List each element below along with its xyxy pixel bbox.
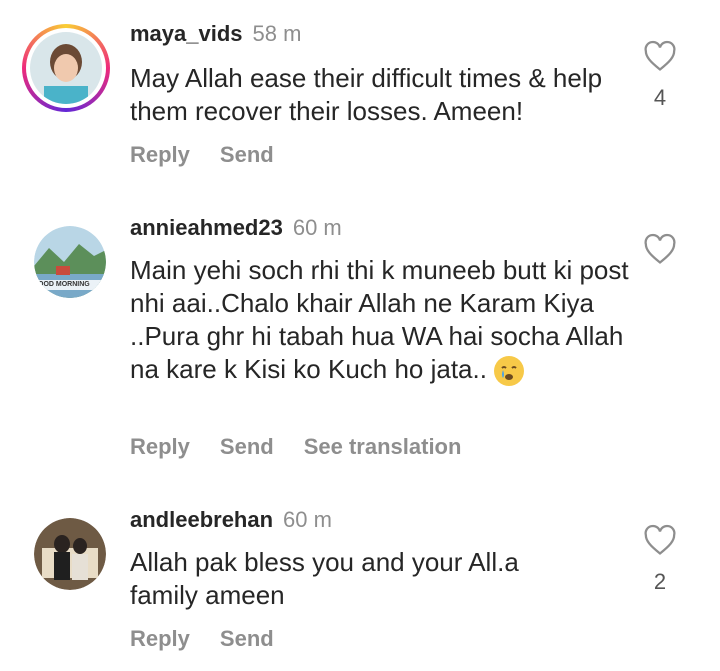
comment-time: 60 m xyxy=(292,215,342,240)
heart-outline-icon[interactable] xyxy=(643,524,677,556)
comment-username[interactable]: maya_vids 58 m xyxy=(130,21,301,47)
avatar[interactable]: OOD MORNING xyxy=(34,226,106,298)
avatar[interactable] xyxy=(34,518,106,590)
comment-text: May Allah ease their difficult times & h… xyxy=(130,63,603,126)
comment-text: Main yehi soch rhi thi k muneeb butt ki … xyxy=(130,254,630,387)
send-button[interactable]: Send xyxy=(220,434,274,459)
comment-username[interactable]: annieahmed23 60 m xyxy=(130,215,342,241)
comment-username[interactable]: andleebrehan 60 m xyxy=(130,507,332,533)
avatar-story-ring[interactable] xyxy=(22,24,112,114)
reply-button[interactable]: Reply xyxy=(130,142,190,167)
comment-text: Allah pak bless you and your All.a famil… xyxy=(130,547,519,610)
avatar xyxy=(30,32,102,104)
like-count: 4 xyxy=(653,85,667,110)
comment-actions: Reply Send xyxy=(130,142,304,168)
reply-button[interactable]: Reply xyxy=(130,434,190,459)
like-count: 2 xyxy=(653,569,667,594)
comment-actions: Reply Send See translation xyxy=(130,434,491,460)
crying-face-emoji xyxy=(494,356,525,387)
send-button[interactable]: Send xyxy=(220,626,274,651)
like-container xyxy=(641,233,679,270)
avatar-caption: OOD MORNING xyxy=(38,281,90,288)
see-translation-button[interactable]: See translation xyxy=(304,434,462,459)
like-container: 2 xyxy=(641,524,679,595)
comment-time: 60 m xyxy=(283,507,332,532)
like-container: 4 xyxy=(641,40,679,111)
heart-outline-icon[interactable] xyxy=(643,40,677,72)
comment-actions: Reply Send xyxy=(130,626,304,652)
heart-outline-icon[interactable] xyxy=(643,233,677,265)
comment-time: 58 m xyxy=(252,21,302,46)
send-button[interactable]: Send xyxy=(220,142,274,167)
reply-button[interactable]: Reply xyxy=(130,626,190,651)
